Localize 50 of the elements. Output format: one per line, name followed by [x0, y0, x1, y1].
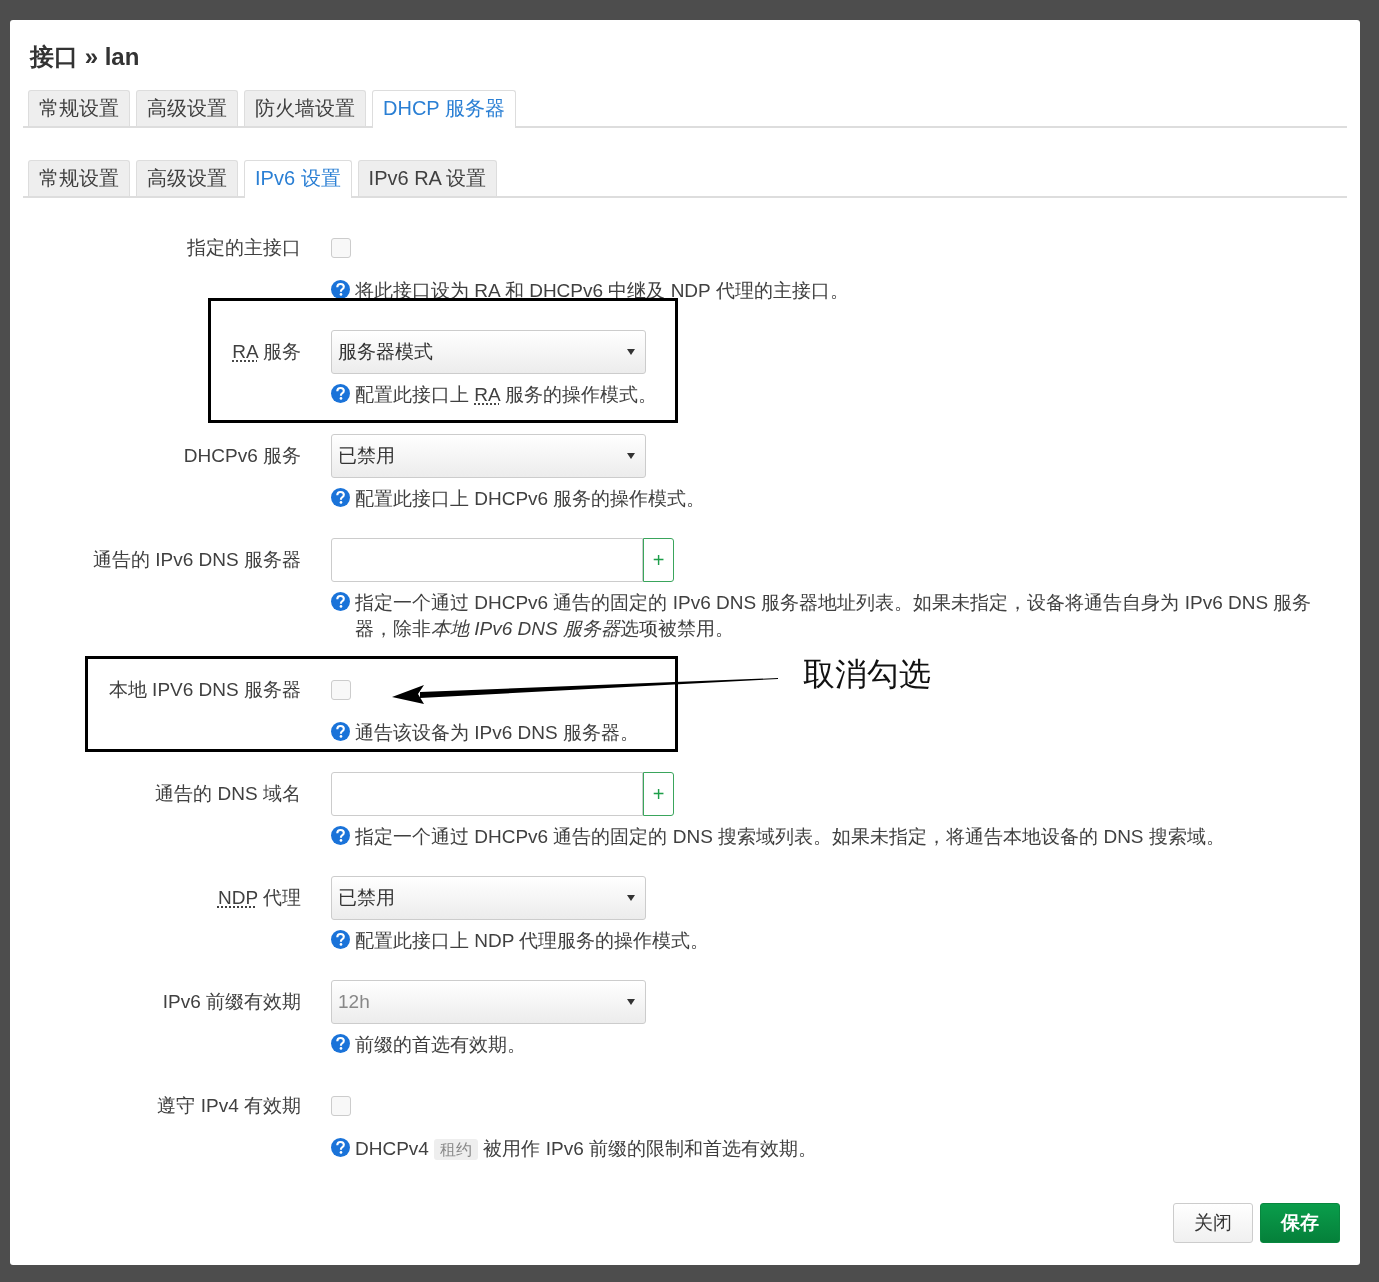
help-text: 通告该设备为 IPv6 DNS 服务器。 — [355, 721, 639, 745]
help-icon — [331, 826, 350, 845]
caret-icon — [627, 895, 635, 901]
help-text: 指定一个通过 DHCPv6 通告的固定的 DNS 搜索域列表。如果未指定，将通告本地设备的 DNS 搜索域。 — [355, 825, 1225, 849]
caret-icon — [627, 453, 635, 459]
field-label: 通告的 IPv6 DNS 服务器 — [93, 548, 301, 572]
caret-icon — [627, 999, 635, 1005]
help-icon — [331, 1138, 350, 1157]
help-icon — [331, 384, 350, 403]
help-icon — [331, 592, 350, 611]
checkbox[interactable] — [331, 680, 351, 700]
input-field[interactable] — [331, 772, 643, 816]
tab[interactable]: 常规设置 — [28, 90, 130, 126]
help-text: 前缀的首选有效期。 — [355, 1033, 526, 1057]
annotation-label: 取消勾选 — [803, 655, 931, 694]
dialog-title: 接口 » lan — [30, 43, 141, 71]
tab[interactable]: 高级设置 — [136, 160, 238, 196]
help-text: 配置此接口上 RA 服务的操作模式。 — [355, 383, 657, 407]
help-icon — [331, 488, 350, 507]
field-label: NDP 代理 — [217, 886, 301, 910]
dropdown[interactable]: 服务器模式 — [331, 330, 646, 374]
field-label: DHCPv6 服务 — [183, 444, 301, 468]
field-label: 通告的 DNS 域名 — [155, 782, 301, 806]
help-icon — [331, 1034, 350, 1053]
field-label: 遵守 IPv4 有效期 — [157, 1094, 301, 1118]
tab[interactable]: 常规设置 — [28, 160, 130, 196]
help-icon — [331, 280, 350, 299]
dropdown[interactable]: 已禁用 — [331, 876, 646, 920]
field-label: 本地 IPV6 DNS 服务器 — [108, 678, 301, 702]
help-icon — [331, 722, 350, 741]
field-label: 指定的主接口 — [187, 236, 301, 260]
tab[interactable]: DHCP 服务器 — [372, 90, 516, 128]
field-label: IPv6 前缀有效期 — [162, 990, 301, 1014]
close-button[interactable]: 关闭 — [1173, 1203, 1253, 1243]
help-text: 指定一个通过 DHCPv6 通告的固定的 IPv6 DNS 服务器地址列表。如果未指定，设备将通告自身为 IPv6 DNS 服务器，除非本地 IPv6 DNS 服务器选项被禁用。 — [355, 591, 1313, 641]
help-text: DHCPv4 租约 被用作 IPv6 前缀的限制和首选有效期。 — [355, 1137, 818, 1162]
tab[interactable]: 防火墙设置 — [244, 90, 366, 126]
help-text: 配置此接口上 NDP 代理服务的操作模式。 — [355, 929, 710, 953]
help-icon — [331, 930, 350, 949]
save-button[interactable]: 保存 — [1260, 1203, 1340, 1243]
tab[interactable]: 高级设置 — [136, 90, 238, 126]
caret-icon — [627, 349, 635, 355]
input-field[interactable] — [331, 538, 643, 582]
tab[interactable]: IPv6 RA 设置 — [357, 160, 498, 196]
help-text: 配置此接口上 DHCPv6 服务的操作模式。 — [355, 487, 706, 511]
checkbox[interactable] — [331, 1096, 351, 1116]
checkbox[interactable] — [331, 238, 351, 258]
dropdown[interactable]: 已禁用 — [331, 434, 646, 478]
tab[interactable]: IPv6 设置 — [244, 160, 352, 198]
field-label: RA 服务 — [232, 340, 301, 364]
